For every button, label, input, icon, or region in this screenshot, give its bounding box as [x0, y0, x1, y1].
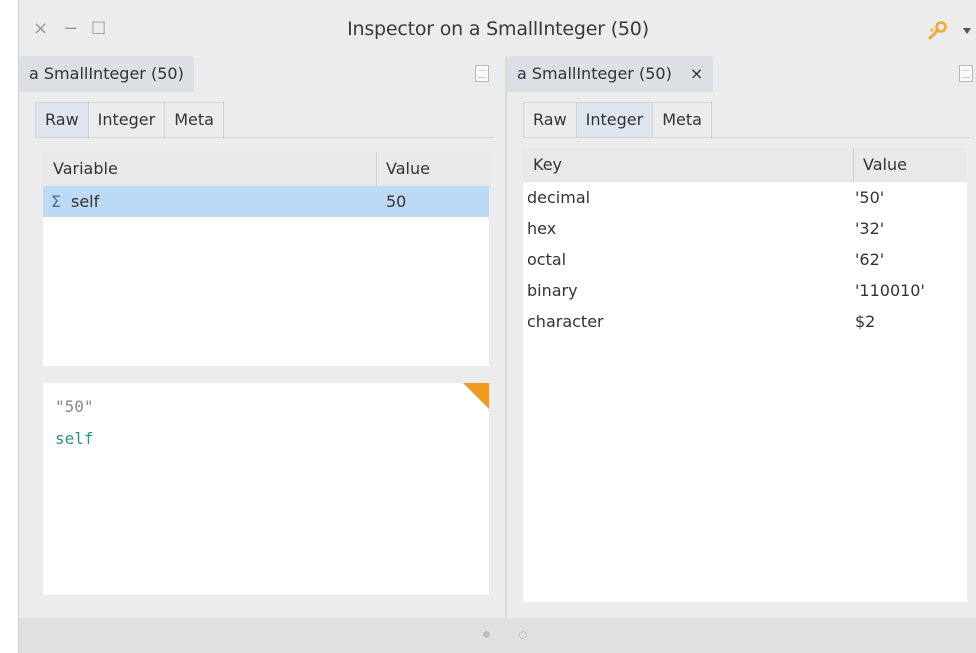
left-object-tab-label: a SmallInteger (50) — [29, 64, 184, 83]
key-cell: octal — [527, 250, 567, 269]
right-integer-table: Key Value decimal '50' hex '32' octal '6… — [523, 148, 967, 602]
left-tab-raw[interactable]: Raw — [35, 102, 89, 137]
left-table-header: Variable Value — [43, 152, 489, 186]
variable-value: 50 — [386, 192, 407, 211]
code-evaluator-pane[interactable]: "50" self — [43, 383, 489, 595]
key-cell: decimal — [527, 188, 591, 207]
value-column-header[interactable]: Value — [853, 148, 907, 182]
inspector-window: × − ☐ Inspector on a SmallInteger (50) a… — [18, 0, 976, 653]
right-tab-meta[interactable]: Meta — [652, 102, 712, 137]
right-table-header: Key Value — [523, 148, 967, 182]
close-tab-icon[interactable]: × — [690, 64, 703, 83]
value-cell: '110010' — [855, 281, 925, 300]
value-cell: '50' — [855, 188, 885, 207]
left-variables-table: Variable Value Σ self 50 — [43, 152, 489, 366]
table-row[interactable]: character $2 — [523, 306, 967, 337]
key-cell: character — [527, 312, 604, 331]
title-bar: × − ☐ Inspector on a SmallInteger (50) — [19, 0, 976, 56]
orange-corner-icon[interactable] — [463, 383, 489, 409]
window-menu-caret-icon[interactable] — [963, 28, 971, 34]
left-inspector-pane: a SmallInteger (50) Raw Integer Meta Var… — [19, 56, 505, 618]
left-subtab-bar: Raw Integer Meta — [35, 102, 224, 138]
value-cell: '32' — [855, 219, 885, 238]
value-cell: $2 — [855, 312, 876, 331]
right-object-tab-label: a SmallInteger (50) — [517, 64, 672, 83]
table-row[interactable]: hex '32' — [523, 213, 967, 244]
right-page-icon[interactable] — [959, 65, 973, 82]
right-object-tab[interactable]: a SmallInteger (50) × — [507, 56, 714, 92]
table-row[interactable]: octal '62' — [523, 244, 967, 275]
left-object-tab[interactable]: a SmallInteger (50) — [19, 56, 194, 92]
table-row[interactable]: decimal '50' — [523, 182, 967, 213]
left-page-icon[interactable] — [475, 65, 489, 82]
right-subtab-underline — [523, 137, 969, 138]
right-tab-raw[interactable]: Raw — [523, 102, 577, 137]
window-title: Inspector on a SmallInteger (50) — [347, 18, 649, 40]
right-inspector-pane: a SmallInteger (50) × Raw Integer Meta Ke… — [507, 56, 976, 618]
table-row[interactable]: binary '110010' — [523, 275, 967, 306]
wrench-menu-icon[interactable] — [926, 20, 948, 42]
right-subtab-bar: Raw Integer Meta — [523, 102, 712, 138]
key-cell: binary — [527, 281, 578, 300]
pager-bar — [19, 618, 976, 653]
variable-column-header[interactable]: Variable — [43, 152, 118, 186]
code-comment: "50" — [55, 397, 94, 416]
sigma-icon: Σ — [51, 192, 62, 211]
left-tab-integer[interactable]: Integer — [87, 102, 166, 137]
right-tab-integer[interactable]: Integer — [575, 102, 654, 137]
value-cell: '62' — [855, 250, 885, 269]
key-cell: hex — [527, 219, 557, 238]
pager-dot-active[interactable] — [483, 631, 490, 638]
left-tab-meta[interactable]: Meta — [164, 102, 224, 137]
value-column-header[interactable]: Value — [376, 152, 430, 186]
key-column-header[interactable]: Key — [523, 148, 562, 182]
left-subtab-underline — [35, 137, 493, 138]
pager-dot-inactive[interactable] — [519, 631, 527, 639]
table-row[interactable]: Σ self 50 — [43, 186, 489, 217]
variable-name: self — [71, 192, 100, 211]
code-expression: self — [55, 429, 94, 448]
